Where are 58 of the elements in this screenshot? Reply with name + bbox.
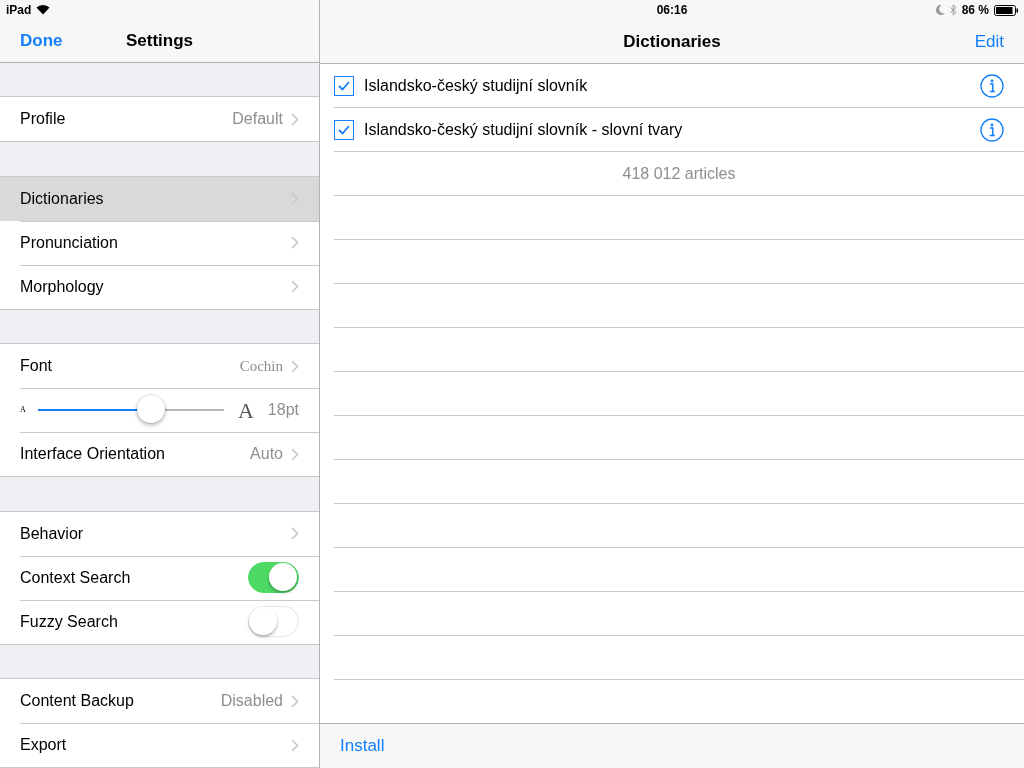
dictionary-name: Islandsko-český studijní slovník <box>364 75 588 96</box>
status-time: 06:16 <box>656 2 688 19</box>
settings-row[interactable]: Behavior <box>0 511 319 556</box>
slider-thumb[interactable] <box>137 395 166 424</box>
settings-row[interactable]: Export <box>0 723 319 768</box>
settings-row[interactable]: Pronunciation <box>0 220 319 265</box>
battery-percent: 86 % <box>961 2 989 19</box>
settings-row[interactable]: Morphology <box>0 264 319 309</box>
device-name: iPad <box>6 1 32 19</box>
dictionary-name: Islandsko-český studijní slovník - slovní tvary <box>364 119 683 140</box>
row-label: Pronunciation <box>20 232 118 253</box>
checkbox[interactable] <box>334 119 354 140</box>
small-font-label: A <box>20 404 26 417</box>
row-value: Auto <box>250 444 283 465</box>
chevron-icon <box>291 112 299 126</box>
chevron-icon <box>291 236 299 250</box>
row-label: Morphology <box>20 276 104 297</box>
article-count: 418 012 articles <box>622 163 736 184</box>
info-icon[interactable] <box>980 73 1004 98</box>
done-button[interactable]: Done <box>20 28 63 54</box>
install-button[interactable]: Install <box>340 733 385 759</box>
checkbox[interactable] <box>334 75 354 96</box>
settings-row[interactable]: Font Cochin <box>0 344 319 389</box>
row-label: Content Backup <box>20 691 134 712</box>
chevron-icon <box>291 694 299 708</box>
info-icon[interactable] <box>980 117 1004 142</box>
chevron-icon <box>291 280 299 294</box>
row-value: Cochin <box>239 356 283 376</box>
chevron-icon <box>291 527 299 541</box>
bluetooth-icon <box>949 4 957 16</box>
row-label: Font <box>20 356 52 377</box>
edit-button[interactable]: Edit <box>974 28 1004 55</box>
font-size-value: 18pt <box>267 400 299 421</box>
chevron-icon <box>291 447 299 461</box>
chevron-icon <box>291 738 299 752</box>
settings-row[interactable]: Dictionaries <box>0 176 319 221</box>
wifi-icon <box>36 4 51 16</box>
nav-title: Dictionaries <box>623 30 721 53</box>
large-font-label: A <box>237 396 254 425</box>
toggle-switch[interactable] <box>248 562 299 594</box>
settings-row[interactable]: Profile Default <box>0 97 319 142</box>
moon-icon <box>935 5 945 15</box>
battery-icon <box>994 4 1018 16</box>
row-label: Context Search <box>20 567 131 588</box>
row-label: Dictionaries <box>20 188 104 209</box>
settings-row[interactable]: Interface Orientation Auto <box>0 432 319 477</box>
settings-row[interactable]: Content Backup Disabled <box>0 679 319 724</box>
row-label: Export <box>20 735 67 756</box>
checkmark-icon <box>338 124 350 135</box>
row-value: Default <box>232 109 283 130</box>
row-label: Behavior <box>20 523 84 544</box>
checkmark-icon <box>338 80 350 91</box>
row-label: Fuzzy Search <box>20 611 118 632</box>
nav-title: Settings <box>125 30 194 53</box>
row-label: Interface Orientation <box>20 444 165 465</box>
row-value: Disabled <box>220 691 283 712</box>
row-label: Profile <box>20 109 66 130</box>
chevron-icon <box>291 359 299 373</box>
